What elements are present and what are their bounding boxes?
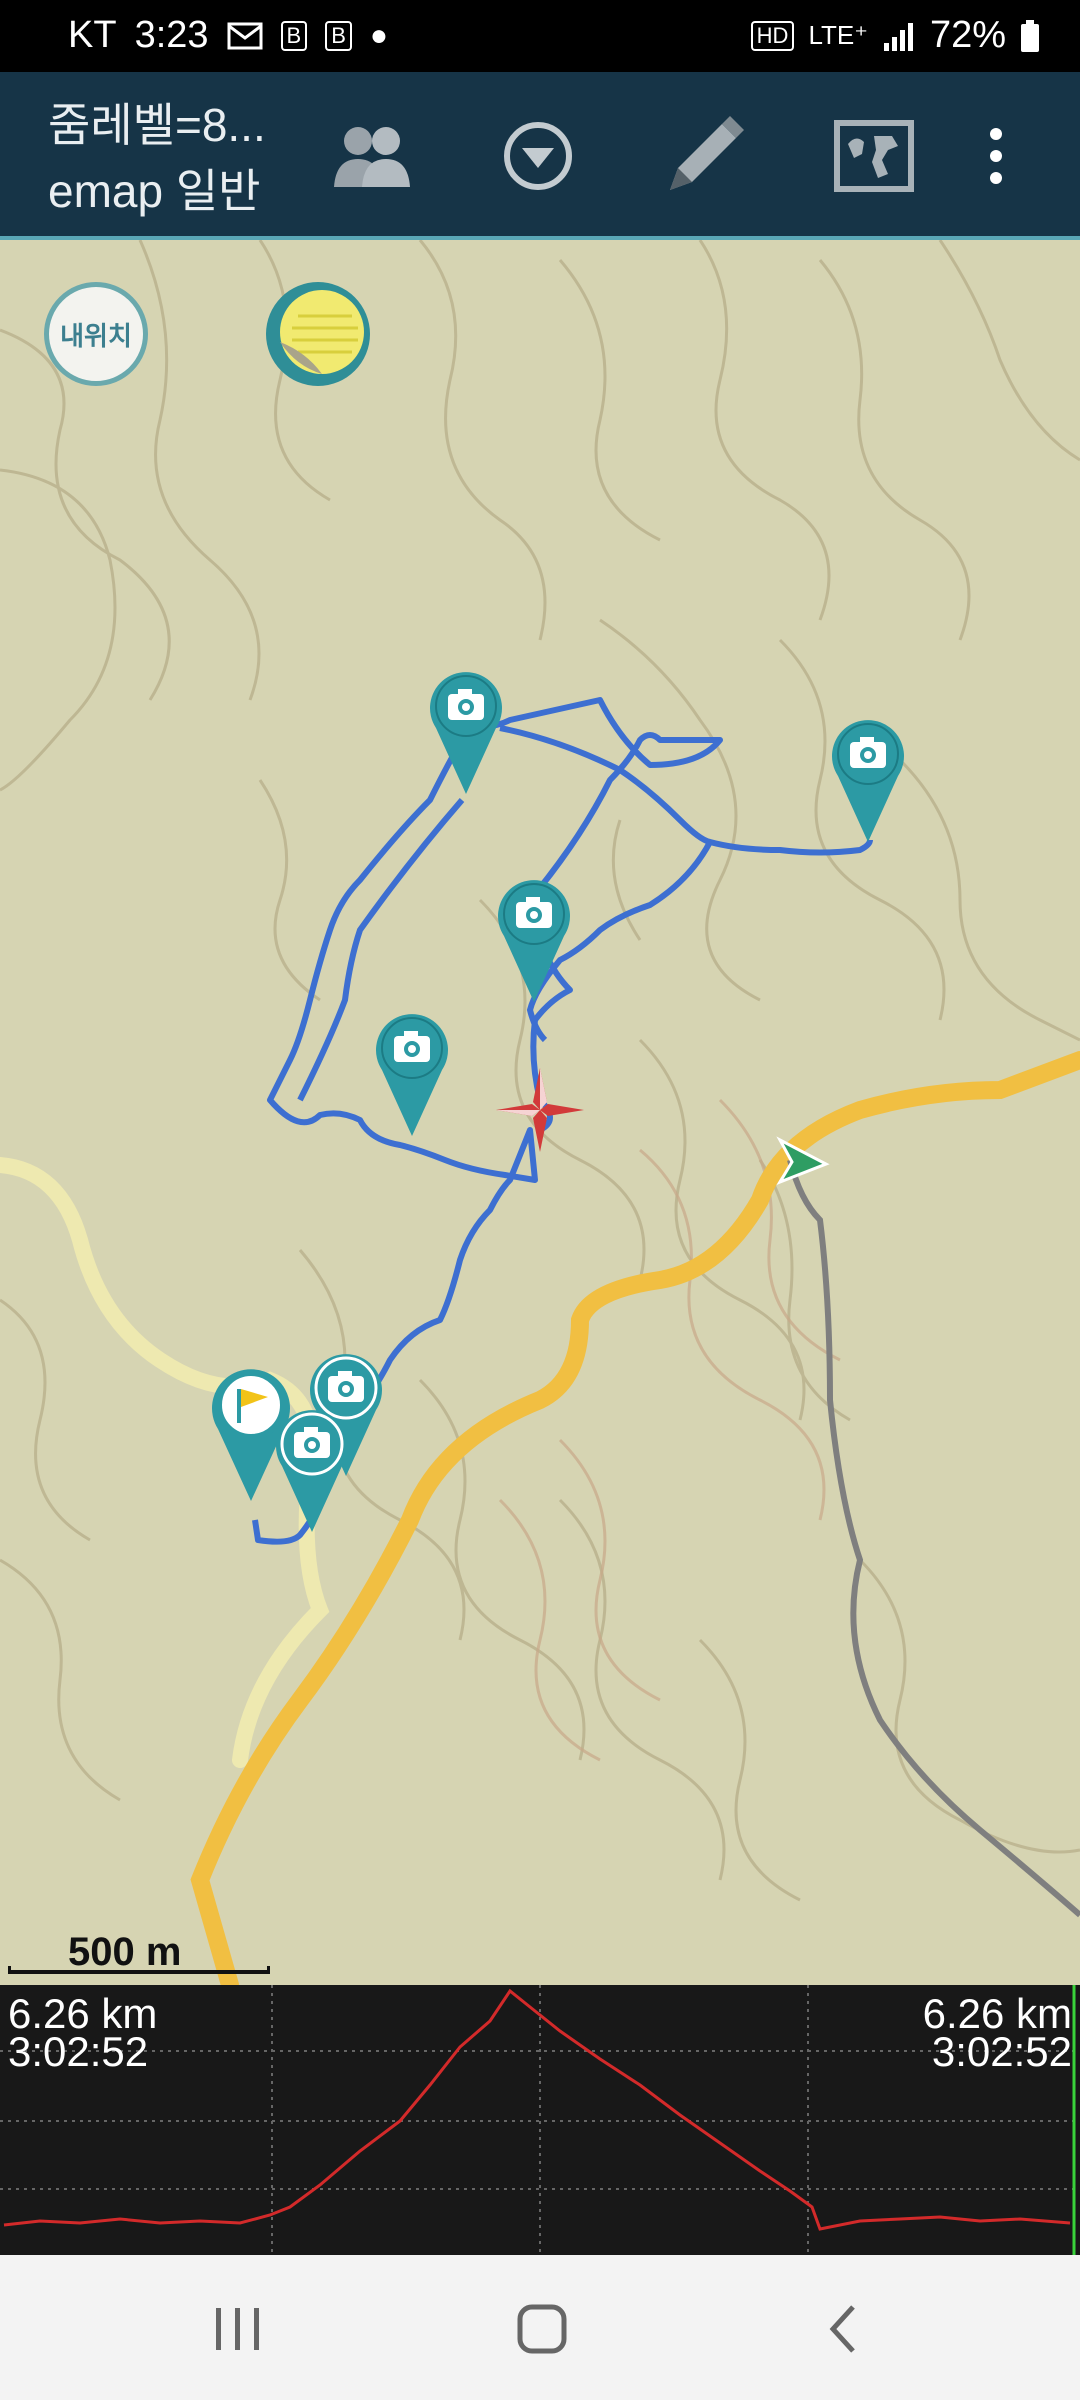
app-bar: 줌레벨=8... emap 일반 [0, 72, 1080, 240]
mail-icon [227, 22, 263, 49]
system-nav-bar [0, 2255, 1080, 2400]
photo-marker-icon[interactable] [830, 716, 906, 846]
group-button[interactable] [324, 108, 420, 204]
map-view[interactable]: 내위치 500 m [0, 240, 1080, 1985]
photo-marker-icon[interactable] [428, 668, 504, 798]
my-location-label: 내위치 [60, 320, 132, 351]
profile-right-readout: 6.26 km 3:02:52 [923, 1993, 1072, 2075]
status-left: KT 3:23 B B ● [68, 14, 388, 57]
signal-icon [883, 22, 913, 51]
map-layer-subtitle: emap 일반 [48, 165, 261, 217]
b-icon: B [280, 20, 308, 51]
elevation-line [3, 1988, 1071, 2231]
pencil-icon [670, 116, 744, 190]
carrier-label: KT [68, 14, 117, 56]
world-map-icon [834, 120, 914, 192]
photo-marker-icon[interactable] [274, 1406, 350, 1536]
dropdown-icon [504, 122, 572, 190]
recents-button[interactable] [190, 2291, 286, 2367]
map-canvas[interactable] [0, 240, 1080, 1985]
more-menu-button[interactable] [966, 108, 1026, 204]
battery-label: 72% [929, 14, 1006, 56]
zoom-title: 줌레벨=8... [48, 99, 266, 151]
right-time: 3:02:52 [931, 2028, 1072, 2075]
notes-button[interactable] [266, 282, 370, 386]
home-icon [517, 2304, 567, 2354]
elevation-profile[interactable]: 6.26 km 3:02:52 6.26 km 3:02:52 [0, 1985, 1080, 2255]
dropdown-button[interactable] [490, 108, 586, 204]
photo-marker-icon[interactable] [496, 876, 572, 1006]
app-title-block[interactable]: 줌레벨=8... emap 일반 [48, 92, 266, 224]
dot-icon: ● [369, 18, 389, 52]
recents-icon [216, 2308, 259, 2350]
b-icon: B [325, 20, 352, 51]
home-button[interactable] [494, 2291, 590, 2367]
photo-marker-icon[interactable] [374, 1010, 450, 1140]
scale-bar: 500 m [8, 1930, 270, 1974]
left-time: 3:02:52 [8, 2028, 149, 2075]
battery-icon [1021, 19, 1039, 52]
back-icon [829, 2305, 855, 2353]
scale-line [8, 1966, 270, 1974]
network-label: LTE⁺ [808, 20, 868, 50]
back-button[interactable] [796, 2291, 892, 2367]
edit-button[interactable] [656, 108, 752, 204]
hd-badge: HD [750, 20, 795, 51]
status-right: HD LTE⁺ 72% [750, 14, 1040, 57]
world-map-button[interactable] [826, 108, 922, 204]
group-icon [334, 127, 410, 187]
profile-left-readout: 6.26 km 3:02:52 [8, 1993, 157, 2075]
time-label: 3:23 [134, 14, 209, 56]
status-bar: KT 3:23 B B ● HD LTE⁺ 72% [0, 0, 1080, 72]
notes-icon [280, 290, 364, 374]
more-vert-icon [990, 128, 1002, 184]
my-location-button[interactable]: 내위치 [44, 282, 148, 386]
elevation-graph [0, 1985, 1080, 2255]
